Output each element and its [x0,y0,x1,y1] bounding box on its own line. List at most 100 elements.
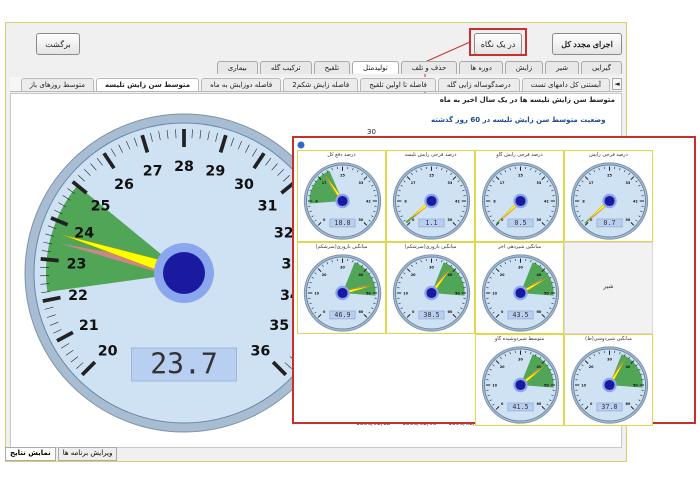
tick-label: 33 [447,181,452,185]
mini-gauge-cell[interactable]: میانگین باروری(سرشکم) 0 10 20 30 40 50 60 46.9 [297,242,386,334]
tick-label: 10 [581,383,586,387]
tick-label: 20 [411,273,416,277]
tick-label: 33 [536,181,541,185]
tick-label: 30 [607,358,612,362]
sub-tab[interactable]: متوسط سن زایش تلیسه [96,77,200,91]
main-tab[interactable]: زایش [504,61,544,74]
tick-label: 23 [67,256,87,272]
sub-tab[interactable]: فاصله تا اولین تلقیح [360,77,436,91]
tick-label: 32 [274,226,294,242]
sub-tab-bar: ◄ آبستنی کل دامهای تست درصدگوساله زایی گله… [10,77,622,92]
hub [426,287,437,299]
chart-subtitle: وضعیت متوسط سن زایش تلیسه در 60 روز گذشت… [431,116,606,124]
tick-label: 26 [114,177,134,193]
tick-label: 17 [322,181,327,185]
mini-gauge-cell[interactable]: شیر [564,242,653,334]
tick-label: 50 [447,218,452,222]
lcd-value: 0.5 [514,219,526,227]
lcd-value: 38.5 [423,311,439,319]
tick-label: 50 [358,218,363,222]
main-tab[interactable]: دوره ها [459,61,503,74]
main-tab[interactable]: بیماری [216,61,258,74]
tick-label: 40 [536,273,541,277]
tick-label: 42 [366,199,371,203]
main-tab[interactable]: حذف و تلف [400,61,458,74]
tick-label: 20 [500,365,505,369]
tick-label: 60 [447,310,452,314]
main-tab[interactable]: تولیدمثل [352,61,399,74]
tab-scroll-arrow[interactable]: ◄ [612,78,622,90]
hub [163,252,205,294]
sub-tab[interactable]: متوسط روزهای باز [20,77,94,91]
lcd-value: 37.0 [601,403,617,411]
tick-label: 33 [358,181,363,185]
tick-label: 17 [411,181,416,185]
mini-gauge-cell[interactable]: میانگین شیردوشی(ظ) 0 10 20 30 40 50 60 37.0 [564,334,653,426]
tick-label: 50 [625,218,630,222]
tick-label: 42 [544,199,549,203]
mini-gauge-cell[interactable]: درصد فرجی زایش تلیسه 0 8 17 25 33 42 50 1.1 [386,150,475,242]
tick-label: 25 [340,174,345,178]
tick-label: 40 [358,273,363,277]
tick-label: 30 [340,266,345,270]
tick-label: 40 [447,273,452,277]
tick-label: 20 [322,273,327,277]
sub-tab[interactable]: آبستنی کل دامهای تست [521,77,610,91]
hub [337,195,348,207]
tick-label: 10 [492,291,497,295]
tick-label: 33 [625,181,630,185]
tab-edit-programs[interactable]: ویرایش برنامه ها [57,447,118,461]
tick-label: 50 [633,383,638,387]
tick-label: 30 [518,266,523,270]
hub [337,287,348,299]
tick-label: 35 [269,318,289,334]
y-axis-tick: 30 [367,128,376,136]
tick-label: 36 [250,343,270,359]
main-tab[interactable]: گیرایی [580,61,622,74]
hub [515,379,526,391]
tick-label: 50 [544,291,549,295]
tick-label: 27 [143,164,163,180]
mini-gauge-cell[interactable]: درصد دفع کل 0 8 17 25 33 42 50 18.8 [297,150,386,242]
bottom-tab-bar: نمایش نتایج ویرایش برنامه ها [5,447,118,461]
hub [604,379,615,391]
major-tick [40,257,59,263]
tick-label: 28 [174,159,194,175]
tick-label: 20 [589,365,594,369]
tick-label: 25 [518,174,523,178]
mini-gauge-title: شیر [603,283,614,290]
mini-gauge-cell[interactable]: متوسط شیردوشیده گاو 0 10 20 30 40 50 60 41.5 [475,334,564,426]
tick-label: 50 [536,218,541,222]
tick-label: 25 [429,174,434,178]
tick-label: 30 [518,358,523,362]
tab-show-results[interactable]: نمایش نتایج [5,447,56,461]
tick-label: 50 [544,383,549,387]
sub-tab[interactable]: فاصله دوزایش به ماه [201,77,282,91]
mini-gauge: 0817253342500.5 [481,162,560,240]
main-tab[interactable]: شیر [545,61,579,74]
tick-label: 40 [625,365,630,369]
sub-tab[interactable]: فاصله زایش شکم2 [283,77,359,91]
mini-gauge-cell[interactable]: درصد فرجی زایش0817253342500.7 [564,150,653,242]
tick-label: 20 [500,273,505,277]
tick-label: 60 [536,402,541,406]
tick-label: 50 [366,291,371,295]
mini-gauge-cell[interactable]: میانگین شیردهی آخر 0 10 20 30 40 50 60 43.5 [475,242,564,334]
tick-label: 29 [205,164,225,180]
tick-label: 22 [68,288,88,304]
mini-gauge-cell[interactable]: میانگین باروری(سرشکم) 0 10 20 30 40 50 60 38.5 [386,242,475,334]
lcd-value: 23.7 [150,348,218,381]
tick-label: 60 [625,402,630,406]
tick-label: 20 [98,343,118,359]
mini-gauge: 010203040506041.5 [481,346,560,424]
sub-tab[interactable]: درصدگوساله زایی گله [437,77,520,91]
tick-label: 17 [589,181,594,185]
tick-label: 25 [607,174,612,178]
tick-label: 10 [314,291,319,295]
mini-gauge: 010203040506037.0 [570,346,649,424]
main-tab[interactable]: ترکیب گله [259,61,312,74]
window-icon [297,141,305,149]
mini-gauge-cell[interactable]: درصد فرجی زایش گاو 0 8 17 25 33 42 50 0.5 [475,150,564,242]
main-tab[interactable]: تلقیح [313,61,351,74]
tick-label: 10 [492,383,497,387]
